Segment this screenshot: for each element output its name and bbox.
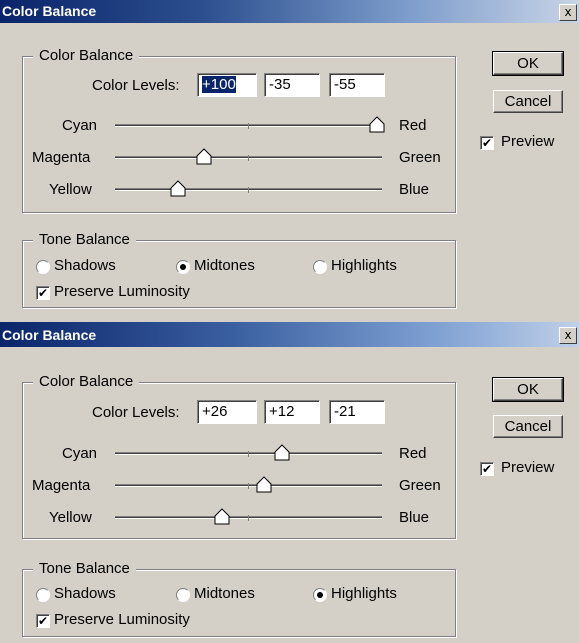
level-cyan-red-field[interactable]: +100	[197, 73, 257, 97]
shadows-label: Shadows	[54, 257, 116, 274]
cancel-button[interactable]: Cancel	[493, 415, 563, 438]
level-yellow-blue-field[interactable]: -21	[329, 400, 385, 424]
preserve-luminosity-label: Preserve Luminosity	[54, 283, 190, 300]
center-tick	[248, 515, 249, 521]
slider-thumb[interactable]	[274, 444, 290, 461]
level-yellow-blue-field[interactable]: -55	[329, 73, 385, 97]
slider-left-label-cyan: Cyan	[62, 117, 98, 134]
center-tick	[248, 483, 249, 489]
slider-right-label-blue: Blue	[399, 181, 430, 198]
slider-left-label-yellow: Yellow	[49, 509, 92, 526]
slider-right-label-green: Green	[399, 477, 441, 494]
preserve-luminosity-checkbox[interactable]: ✔	[36, 614, 50, 628]
slider-right-label-red: Red	[399, 445, 427, 462]
color-levels-label: Color Levels:	[92, 404, 180, 421]
cyan-red-slider-track[interactable]	[115, 451, 382, 457]
highlights-radio[interactable]	[313, 588, 327, 602]
slider-left-label-magenta: Magenta	[32, 149, 91, 166]
level-cyan-red-field[interactable]: +26	[197, 400, 257, 424]
cancel-button[interactable]: Cancel	[493, 90, 563, 113]
close-icon[interactable]: x	[559, 327, 577, 344]
dialog-title: Color Balance	[2, 327, 97, 343]
cyan-red-slider-track[interactable]	[115, 123, 382, 129]
slider-thumb[interactable]	[369, 116, 385, 133]
dialog-title: Color Balance	[2, 3, 97, 19]
ok-button[interactable]: OK	[492, 377, 564, 402]
highlights-radio[interactable]	[313, 260, 327, 274]
yellow-blue-slider-track[interactable]	[115, 515, 382, 521]
center-tick	[248, 155, 249, 161]
ok-button[interactable]: OK	[492, 51, 564, 76]
slider-thumb[interactable]	[170, 180, 186, 197]
magenta-green-slider-track[interactable]	[115, 155, 382, 161]
preview-label: Preview	[501, 133, 555, 150]
center-tick	[248, 451, 249, 457]
preview-label: Preview	[501, 459, 555, 476]
highlights-label: Highlights	[331, 585, 397, 602]
slider-left-label-magenta: Magenta	[32, 477, 91, 494]
slider-thumb[interactable]	[256, 476, 272, 493]
center-tick	[248, 123, 249, 129]
yellow-blue-slider-track[interactable]	[115, 187, 382, 193]
slider-right-label-blue: Blue	[399, 509, 430, 526]
shadows-radio[interactable]	[36, 260, 50, 274]
midtones-radio[interactable]	[176, 260, 190, 274]
group-label-tone-balance: Tone Balance	[33, 231, 136, 248]
midtones-label: Midtones	[194, 585, 255, 602]
level-magenta-green-field[interactable]: +12	[264, 400, 320, 424]
title-bar[interactable]: Color Balance x	[0, 322, 579, 347]
color-balance-dialog-2: Color Balance x Color Balance Color Leve…	[0, 322, 579, 643]
group-label-tone-balance: Tone Balance	[33, 560, 136, 577]
slider-right-label-green: Green	[399, 149, 441, 166]
magenta-green-slider-track[interactable]	[115, 483, 382, 489]
slider-left-label-yellow: Yellow	[49, 181, 92, 198]
preserve-luminosity-checkbox[interactable]: ✔	[36, 286, 50, 300]
shadows-label: Shadows	[54, 585, 116, 602]
title-bar[interactable]: Color Balance x	[0, 0, 579, 23]
close-icon[interactable]: x	[559, 4, 577, 21]
preview-checkbox[interactable]: ✔	[480, 462, 494, 476]
group-label-color-balance: Color Balance	[33, 373, 140, 390]
level-magenta-green-field[interactable]: -35	[264, 73, 320, 97]
preserve-luminosity-label: Preserve Luminosity	[54, 611, 190, 628]
center-tick	[248, 187, 249, 193]
color-levels-label: Color Levels:	[92, 77, 180, 94]
color-balance-dialog-1: Color Balance x Color Balance Color Leve…	[0, 0, 579, 321]
slider-right-label-red: Red	[399, 117, 427, 134]
preview-checkbox[interactable]: ✔	[480, 136, 494, 150]
slider-left-label-cyan: Cyan	[62, 445, 98, 462]
midtones-label: Midtones	[194, 257, 255, 274]
group-label-color-balance: Color Balance	[33, 47, 140, 64]
highlights-label: Highlights	[331, 257, 397, 274]
midtones-radio[interactable]	[176, 588, 190, 602]
slider-thumb[interactable]	[196, 148, 212, 165]
slider-thumb[interactable]	[214, 508, 230, 525]
shadows-radio[interactable]	[36, 588, 50, 602]
